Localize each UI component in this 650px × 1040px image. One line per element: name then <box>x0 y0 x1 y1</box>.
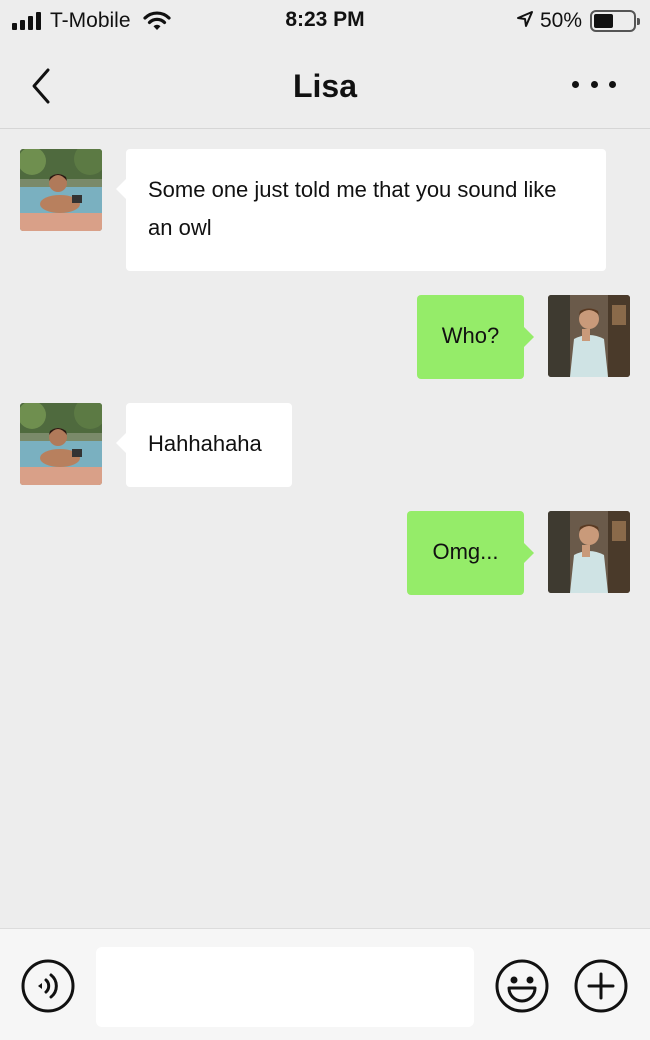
message-row: Who? <box>0 295 650 379</box>
message-text: Who? <box>441 323 500 348</box>
message-text: Hahhahaha <box>148 431 262 456</box>
message-bubble-outgoing[interactable]: Omg... <box>407 511 534 595</box>
message-text: Omg... <box>432 539 499 564</box>
message-bubble-incoming[interactable]: Some one just told me that you sound lik… <box>116 149 606 271</box>
message-bubble-outgoing[interactable]: Who? <box>417 295 534 379</box>
message-list[interactable]: Some one just told me that you sound lik… <box>0 130 650 928</box>
more-actions-button[interactable] <box>573 958 629 1014</box>
emoji-button[interactable] <box>494 958 550 1014</box>
message-row: Some one just told me that you sound lik… <box>0 149 650 271</box>
nav-bar: Lisa <box>0 44 650 129</box>
message-row: Omg... <box>0 511 650 595</box>
plus-icon <box>574 959 628 1013</box>
chat-title: Lisa <box>292 68 358 104</box>
message-input[interactable] <box>96 947 474 1027</box>
more-dots-icon <box>572 80 579 88</box>
status-bar: T-Mobile 8:23 PM 50% <box>0 0 650 44</box>
carrier-label: T-Mobile <box>50 9 131 32</box>
battery-percent: 50% <box>539 9 582 32</box>
emoji-icon <box>495 959 549 1013</box>
avatar-lisa[interactable] <box>20 403 102 485</box>
voice-button[interactable] <box>20 958 76 1014</box>
avatar-lisa[interactable] <box>20 149 102 231</box>
input-bar <box>0 928 650 1040</box>
avatar-me[interactable] <box>548 511 630 593</box>
chevron-left-icon <box>32 68 50 104</box>
message-row: Hahhahaha <box>0 403 650 487</box>
avatar-me[interactable] <box>548 295 630 377</box>
message-text: Some one just told me that you sound lik… <box>148 177 557 240</box>
battery-icon <box>590 10 640 32</box>
signal-icon <box>12 12 41 30</box>
message-bubble-incoming[interactable]: Hahhahaha <box>116 403 292 487</box>
location-arrow-icon <box>516 10 534 33</box>
wifi-icon <box>142 10 171 32</box>
voice-icon <box>21 959 75 1013</box>
more-options-button[interactable] <box>572 74 616 94</box>
back-button[interactable] <box>28 66 60 106</box>
